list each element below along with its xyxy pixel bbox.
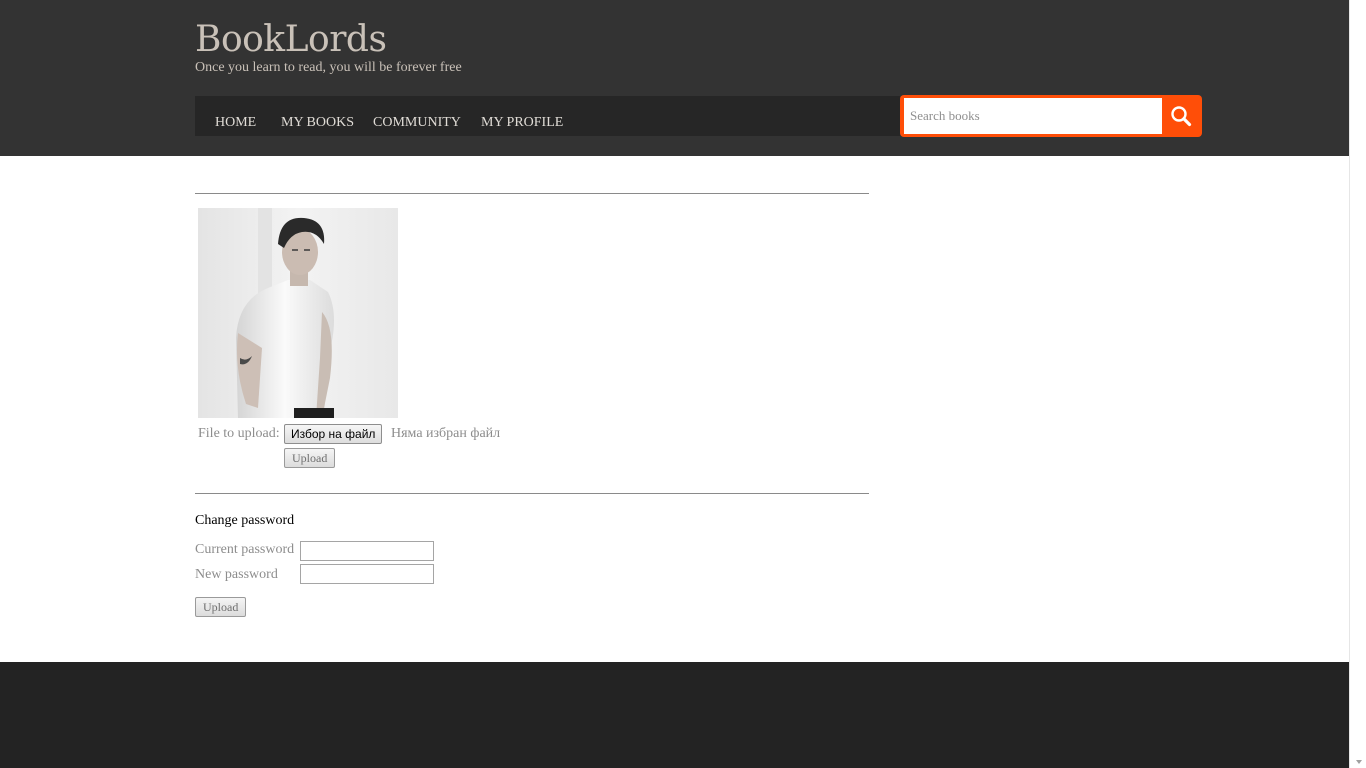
choose-file-button[interactable]: Избор на файл <box>284 424 383 444</box>
nav-item-my-books[interactable]: MY BOOKS <box>281 115 354 131</box>
change-password-submit-button[interactable]: Upload <box>195 597 247 617</box>
section-divider <box>195 493 869 494</box>
site-tagline: Once you learn to read, you will be fore… <box>195 60 462 75</box>
nav-item-home[interactable]: HOME <box>215 115 256 131</box>
no-file-chosen-text: Няма избран файл <box>391 426 501 441</box>
site-title[interactable]: BookLords <box>195 18 387 62</box>
nav-item-my-profile[interactable]: MY PROFILE <box>481 115 563 131</box>
current-password-field[interactable] <box>300 541 434 561</box>
site-footer <box>0 662 1349 768</box>
site-header: BookLords Once you learn to read, you wi… <box>0 0 1349 156</box>
scroll-down-icon[interactable] <box>1356 760 1362 764</box>
search-input[interactable] <box>904 98 1162 134</box>
section-divider <box>195 193 869 194</box>
file-upload-label: File to upload: <box>198 426 280 441</box>
main-nav: HOME MY BOOKS COMMUNITY MY PROFILE <box>195 96 900 136</box>
current-password-label: Current password <box>195 542 295 557</box>
nav-item-community[interactable]: COMMUNITY <box>373 115 461 131</box>
scrollbar-thumb[interactable] <box>1354 4 1362 764</box>
change-password-title: Change password <box>195 513 295 528</box>
main-area: BookLords Once you learn to read, you wi… <box>0 0 1349 768</box>
profile-photo-image <box>198 208 398 418</box>
page: BookLords Once you learn to read, you wi… <box>0 0 1366 768</box>
new-password-field[interactable] <box>300 564 434 584</box>
search-icon <box>1171 106 1192 127</box>
upload-photo-button[interactable]: Upload <box>284 448 336 468</box>
search-button[interactable] <box>1162 98 1200 134</box>
new-password-label: New password <box>195 567 278 582</box>
search-box <box>900 95 1202 137</box>
profile-photo <box>198 208 398 418</box>
vertical-scrollbar[interactable] <box>1349 0 1366 768</box>
